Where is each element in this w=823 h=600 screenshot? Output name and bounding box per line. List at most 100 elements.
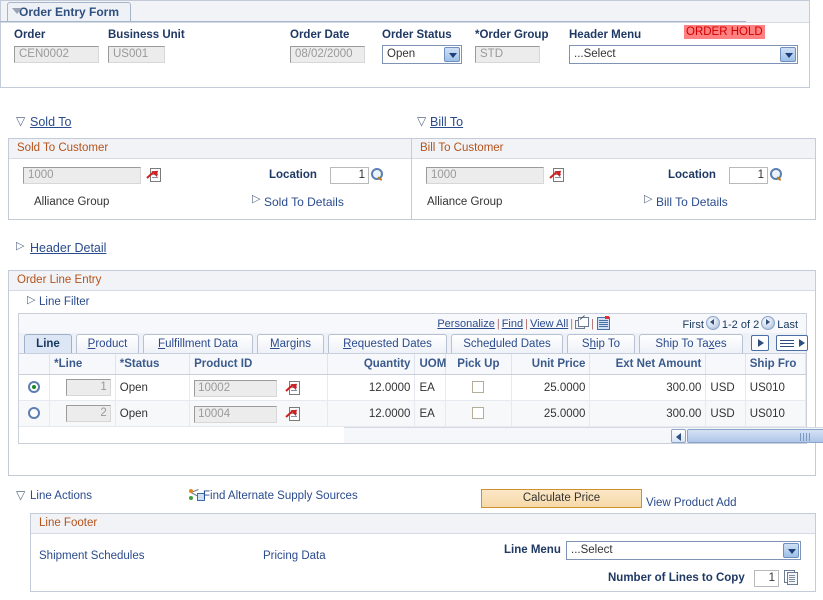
- view-product-add-link[interactable]: View Product Add: [646, 497, 737, 509]
- expand-toggle-sold-to-details[interactable]: ▷: [252, 194, 260, 205]
- grid-tab-scheduled-dates[interactable]: Scheduled Dates: [451, 334, 563, 353]
- row-radio-button[interactable]: [28, 407, 41, 419]
- expand-toggle-header-detail[interactable]: ▷: [16, 241, 24, 252]
- order-status-select[interactable]: Open: [382, 45, 462, 64]
- line-actions-label[interactable]: Line Actions: [30, 490, 92, 502]
- view-all-link[interactable]: View All: [530, 318, 568, 330]
- line-menu-select[interactable]: ...Select: [566, 541, 801, 560]
- sold-to-link[interactable]: Sold To: [30, 115, 71, 129]
- grid-tab-ship-to[interactable]: Ship To: [567, 334, 635, 353]
- cell-status: Open: [115, 400, 191, 427]
- row-radio-button[interactable]: [28, 381, 41, 393]
- lookup-prompt-icon[interactable]: [147, 167, 161, 182]
- show-all-columns-button[interactable]: [776, 335, 808, 351]
- shipment-schedules-link[interactable]: Shipment Schedules: [39, 550, 144, 562]
- expand-toggle-bill-to-details[interactable]: ▷: [644, 194, 652, 205]
- table-header-row: *Line *Status Product ID Quantity UOM Pi…: [19, 354, 807, 375]
- calculate-price-button[interactable]: Calculate Price: [481, 489, 642, 508]
- search-icon[interactable]: [370, 167, 384, 182]
- first-label[interactable]: First: [683, 319, 704, 331]
- col-pick-up[interactable]: Pick Up: [445, 354, 512, 375]
- collapse-toggle-bill-to[interactable]: ▽: [417, 115, 426, 127]
- last-label[interactable]: Last: [777, 319, 798, 331]
- expand-toggle-line-filter[interactable]: ▷: [27, 295, 35, 306]
- expand-window-icon[interactable]: [575, 317, 590, 329]
- table-row[interactable]: 1 Open 10002 12.0000 EA 25.0000 300.00 U…: [19, 374, 807, 401]
- cell-ship-from: US010: [745, 374, 807, 401]
- cell-uom: EA: [414, 400, 447, 427]
- copy-lines-icon[interactable]: [784, 570, 798, 585]
- find-link[interactable]: Find: [502, 318, 523, 330]
- order-line-entry-section: Order Line Entry ▷ Line Filter Personali…: [8, 270, 823, 476]
- collapse-toggle-header-summary[interactable]: [12, 8, 22, 14]
- col-product-id[interactable]: Product ID: [189, 354, 328, 375]
- cell-unit-price: 25.0000: [511, 374, 591, 401]
- grid-horizontal-scrollbar[interactable]: [344, 427, 823, 443]
- number-of-lines-to-copy-label: Number of Lines to Copy: [608, 572, 745, 584]
- sold-to-customer-title: Sold To Customer: [9, 139, 411, 159]
- grid-tab-requested-dates[interactable]: Requested Dates: [328, 334, 447, 353]
- page-tab-strip: Order Entry Form: [0, 0, 823, 22]
- bill-to-details-link[interactable]: Bill To Details: [656, 195, 728, 209]
- col-ship-from[interactable]: Ship Fro: [745, 354, 807, 375]
- collapse-toggle-line-actions[interactable]: ▽: [16, 489, 25, 501]
- cell-line: 2: [49, 400, 116, 427]
- header-detail-link[interactable]: Header Detail: [30, 241, 106, 255]
- row-select-cell[interactable]: [19, 374, 51, 401]
- grid-tab-ship-to-taxes[interactable]: Ship To Taxes: [639, 334, 743, 353]
- bill-to-customer-box: Bill To Customer 1000 Location 1 Allianc…: [411, 138, 816, 220]
- col-ext-net-amount[interactable]: Ext Net Amount: [589, 354, 707, 375]
- grid-tab-line[interactable]: Line: [24, 334, 72, 353]
- bill-to-location-field[interactable]: 1: [729, 167, 768, 184]
- header-menu-value: ...Select: [574, 48, 616, 60]
- bill-to-link[interactable]: Bill To: [430, 115, 463, 129]
- show-next-tab-button[interactable]: [751, 335, 769, 351]
- row-select-cell[interactable]: [19, 400, 51, 427]
- pick-up-checkbox[interactable]: [472, 381, 485, 393]
- scroll-thumb[interactable]: [687, 429, 823, 443]
- chevron-down-icon[interactable]: [780, 47, 796, 62]
- line-filter-link[interactable]: Line Filter: [39, 296, 90, 308]
- chevron-down-icon[interactable]: [444, 47, 460, 62]
- grid-pagination: First 1-2 of 2 Last: [683, 316, 798, 331]
- cell-pick-up[interactable]: [445, 400, 512, 427]
- next-page-icon[interactable]: [761, 316, 776, 330]
- collapse-toggle-sold-to[interactable]: ▽: [16, 115, 25, 127]
- grid-tab-margins[interactable]: Margins: [257, 334, 324, 353]
- table-row[interactable]: 2 Open 10004 12.0000 EA 25.0000 300.00 U…: [19, 400, 807, 427]
- tab-order-entry-form[interactable]: Order Entry Form: [7, 2, 132, 21]
- previous-page-icon[interactable]: [705, 316, 720, 330]
- col-unit-price[interactable]: Unit Price: [511, 354, 591, 375]
- order-lines-table: *Line *Status Product ID Quantity UOM Pi…: [19, 354, 807, 427]
- col-quantity[interactable]: Quantity: [327, 354, 416, 375]
- sold-to-details-link[interactable]: Sold To Details: [264, 195, 344, 209]
- supply-network-icon[interactable]: [188, 488, 205, 502]
- search-icon[interactable]: [769, 167, 783, 182]
- header-menu-select[interactable]: ...Select: [569, 45, 798, 64]
- pick-up-checkbox[interactable]: [472, 407, 485, 419]
- lookup-prompt-icon[interactable]: [286, 406, 301, 421]
- order-date-label: Order Date: [290, 29, 350, 41]
- pricing-data-link[interactable]: Pricing Data: [263, 550, 326, 562]
- chevron-down-icon[interactable]: [783, 543, 799, 558]
- grid-tab-product[interactable]: Product: [76, 334, 139, 353]
- cell-product-id: 10004: [189, 400, 328, 427]
- col-currency: [705, 354, 746, 375]
- grid-toolbar-links: Personalize | Find | View All | |: [437, 316, 610, 330]
- col-status[interactable]: *Status: [115, 354, 191, 375]
- personalize-link[interactable]: Personalize: [437, 318, 494, 330]
- cell-pick-up[interactable]: [445, 374, 512, 401]
- number-of-lines-to-copy-field[interactable]: 1: [754, 570, 779, 587]
- lookup-prompt-icon[interactable]: [550, 167, 564, 182]
- download-spreadsheet-icon[interactable]: [596, 316, 610, 330]
- scroll-left-button[interactable]: [671, 429, 686, 443]
- find-alternate-supply-sources-link[interactable]: Find Alternate Supply Sources: [203, 490, 358, 502]
- lookup-prompt-icon[interactable]: [286, 380, 301, 395]
- col-line[interactable]: *Line: [49, 354, 116, 375]
- grid-tab-fulfillment-data[interactable]: Fulfillment Data: [143, 334, 253, 353]
- col-uom[interactable]: UOM: [414, 354, 446, 375]
- sold-to-location-field[interactable]: 1: [330, 167, 369, 184]
- cell-product-id: 10002: [189, 374, 328, 401]
- table-body: 1 Open 10002 12.0000 EA 25.0000 300.00 U…: [19, 374, 807, 427]
- line-menu-value: ...Select: [571, 544, 613, 556]
